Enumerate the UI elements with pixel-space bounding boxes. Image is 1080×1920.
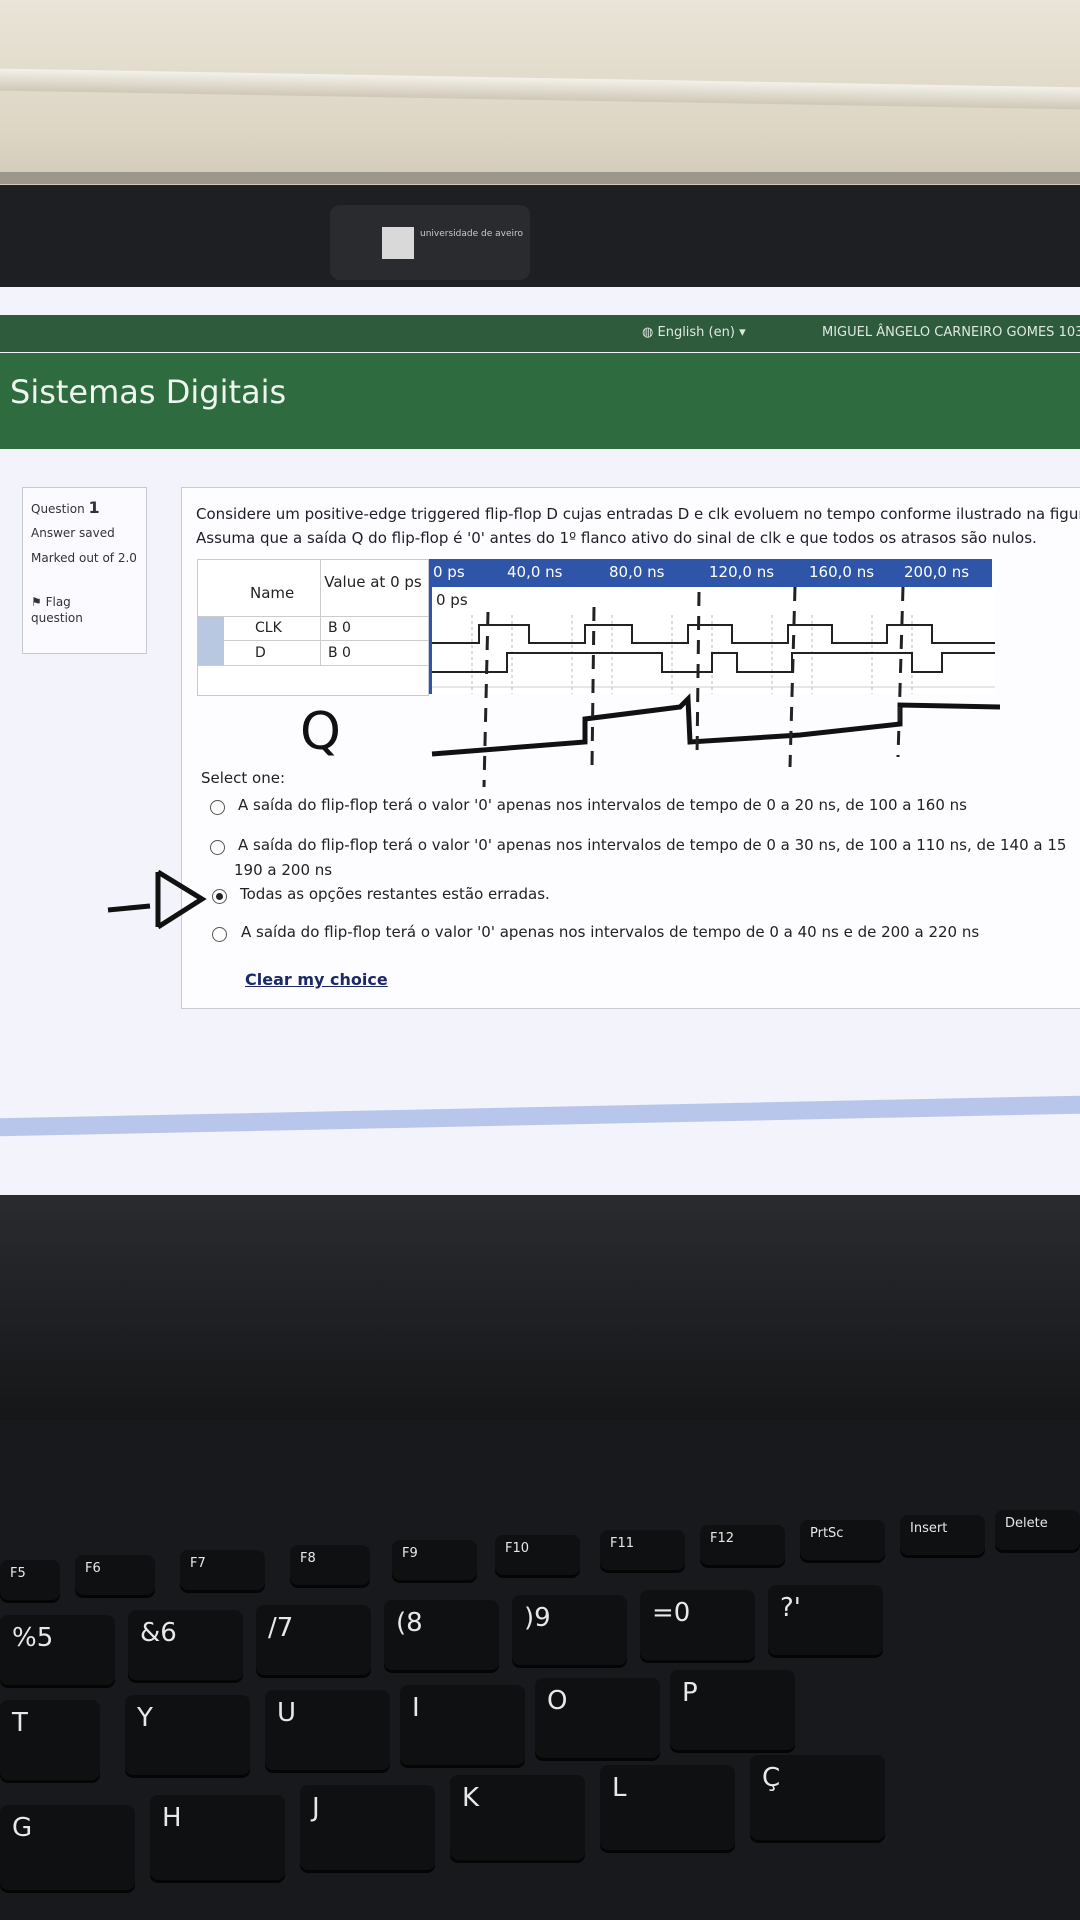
key-f10: F10	[495, 1535, 580, 1575]
handwritten-arrow	[107, 869, 207, 930]
key-t: T	[0, 1700, 100, 1780]
answer-option-4[interactable]: A saída do flip-flop terá o valor '0' ap…	[241, 919, 979, 945]
key-l: L	[600, 1765, 735, 1850]
logo-mark-icon	[382, 227, 414, 259]
answer-radio-2[interactable]	[210, 840, 225, 855]
key-g: G	[0, 1805, 135, 1890]
answer-radio-3-selected[interactable]	[212, 889, 227, 904]
handwritten-guides	[482, 586, 905, 788]
key-0: =0	[640, 1590, 755, 1660]
laptop-keyboard: F5 F6 F7 F8 F9 F10 F11 F12 PrtSc Insert …	[0, 1420, 1080, 1920]
clear-choice-link[interactable]: Clear my choice	[245, 970, 388, 989]
answer-option-1[interactable]: A saída do flip-flop terá o valor '0' ap…	[238, 792, 967, 818]
key-p: P	[670, 1670, 795, 1750]
answer-radio-1[interactable]	[210, 800, 225, 815]
wall-ledge	[0, 172, 1080, 184]
key-f8: F8	[290, 1545, 370, 1585]
key-6: &6	[128, 1610, 243, 1680]
key-k: K	[450, 1775, 585, 1860]
key-f5: F5	[0, 1560, 60, 1600]
key-y: Y	[125, 1695, 250, 1775]
answer-radio-4[interactable]	[212, 927, 227, 942]
key-f9: F9	[392, 1540, 477, 1580]
laptop-bottom-bezel	[0, 1195, 1080, 1425]
key-5: %5	[0, 1615, 115, 1685]
laptop-screen: ◍ English (en) ▾ MIGUEL ÂNGELO CARNEIRO …	[0, 287, 1080, 1222]
key-9: )9	[512, 1595, 627, 1665]
key-delete: Delete	[995, 1510, 1080, 1550]
key-o: O	[535, 1678, 660, 1758]
key-insert: Insert	[900, 1515, 985, 1555]
answer-option-3[interactable]: Todas as opções restantes estão erradas.	[240, 881, 550, 907]
university-logo: universidade de aveiro	[330, 205, 530, 280]
background-wall	[0, 0, 1080, 215]
q-handwritten-waveform	[431, 693, 1001, 757]
q-handwritten-label: Q	[300, 702, 341, 762]
key-j: J	[300, 1785, 435, 1870]
key-h: H	[150, 1795, 285, 1880]
key-f11: F11	[600, 1530, 685, 1570]
key-8: (8	[384, 1600, 499, 1670]
logo-text: universidade de aveiro	[420, 229, 523, 239]
key-f12: F12	[700, 1525, 785, 1565]
key-u: U	[265, 1690, 390, 1770]
handwritten-annotations: Q	[107, 586, 1001, 930]
key-7: /7	[256, 1605, 371, 1675]
key-c-cedilla: Ç	[750, 1755, 885, 1840]
key-i: I	[400, 1685, 525, 1765]
key-prtsc: PrtSc	[800, 1520, 885, 1560]
key-f6: F6	[75, 1555, 155, 1595]
key-question: ?'	[768, 1585, 883, 1655]
wall-light-strip	[0, 68, 1080, 110]
laptop-top-bezel	[0, 185, 1080, 295]
select-one-label: Select one:	[201, 769, 286, 787]
key-f7: F7	[180, 1550, 265, 1590]
answer-option-2[interactable]: A saída do flip-flop terá o valor '0' ap…	[238, 832, 1066, 858]
answer-option-2-cont: 190 a 200 ns	[234, 861, 333, 879]
